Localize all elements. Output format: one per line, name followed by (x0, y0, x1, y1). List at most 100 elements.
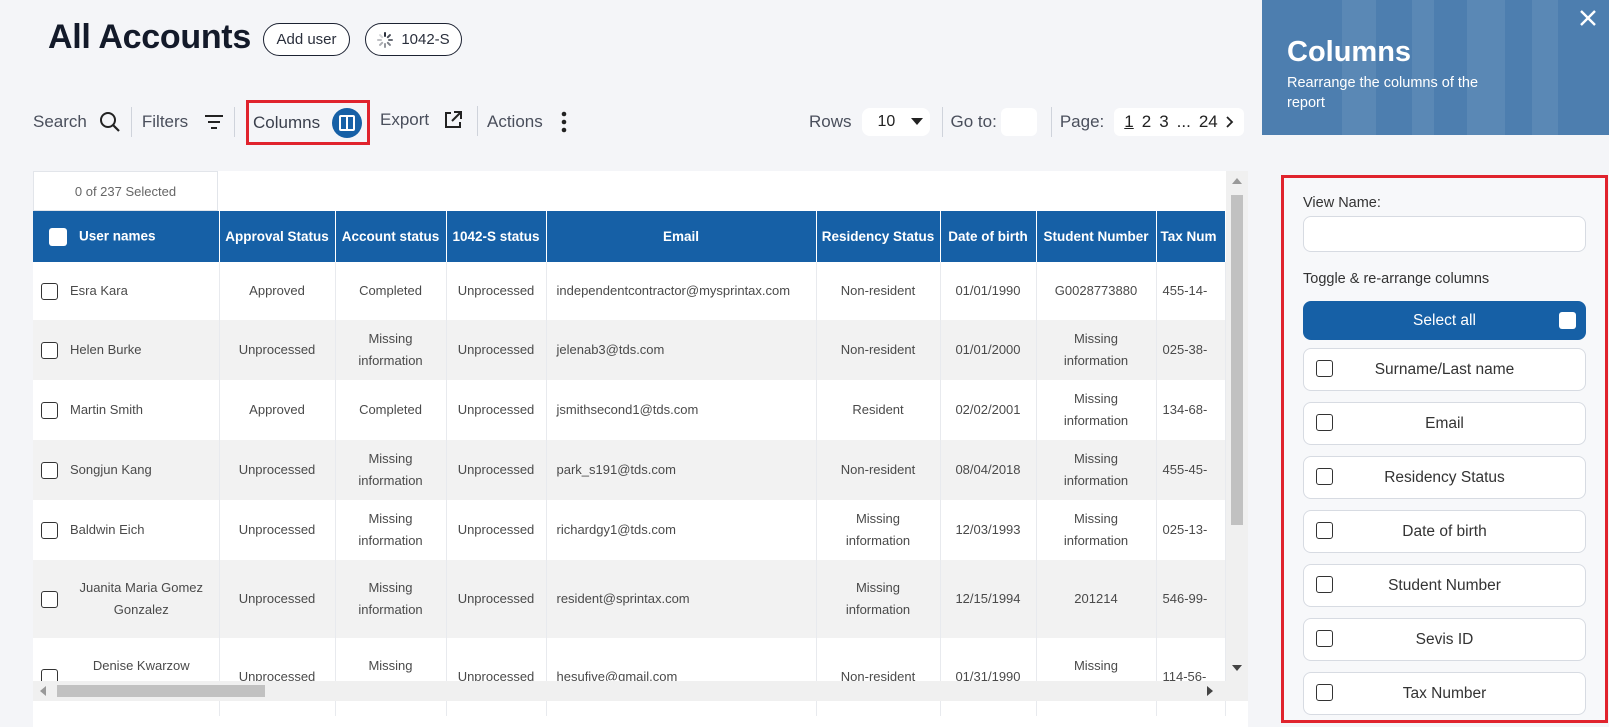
chevron-right-icon[interactable] (1226, 116, 1234, 128)
table-row[interactable]: Denise Kwarzow RoyaltiesUnprocessedMissi… (33, 638, 1226, 716)
table-cell: G0028773880 (1036, 262, 1157, 320)
table-row[interactable]: Esra Kara Approved Completed Unprocessed ind… (33, 262, 1226, 320)
table-row[interactable]: Helen Burke Unprocessed Missing informatio… (33, 320, 1226, 380)
column-header[interactable]: Email (546, 211, 817, 262)
select-all-rows-checkbox[interactable] (49, 227, 67, 246)
table-cell: Missing information (816, 500, 941, 560)
filters-label: Filters (141, 112, 189, 131)
cell-username: Esra Kara (33, 262, 220, 320)
table-cell: Non-resident (816, 320, 941, 380)
page-link[interactable]: 24 (1199, 112, 1218, 132)
column-toggle-surname[interactable]: Surname/Last name (1303, 348, 1586, 391)
page-link[interactable]: 2 (1142, 112, 1151, 132)
table-cell: Completed (335, 380, 447, 440)
table-cell: Unprocessed (219, 500, 336, 560)
column-toggle-dob[interactable]: Date of birth (1303, 510, 1586, 553)
table-cell: 08/04/2018 (940, 440, 1037, 500)
table-cell: jelenab3@tds.com (546, 320, 817, 380)
close-icon[interactable] (1576, 6, 1600, 30)
page-link[interactable]: 3 (1159, 112, 1168, 132)
column-header[interactable]: Tax Num (1156, 211, 1226, 262)
table-cell: 01/01/2000 (940, 320, 1037, 380)
column-header[interactable]: Approval Status (219, 211, 336, 262)
form-tag-button[interactable]: 1042-S (365, 23, 462, 56)
row-checkbox[interactable] (41, 341, 58, 359)
pagination: 1 2 3 ... 24 (1114, 108, 1244, 136)
column-checkbox[interactable] (1316, 684, 1333, 701)
column-checkbox[interactable] (1316, 468, 1333, 485)
toggle-columns-label: Toggle & re-arrange columns (1303, 271, 1490, 287)
column-checkbox[interactable] (1316, 414, 1333, 431)
table-cell: Unprocessed (446, 320, 547, 380)
column-toggle-residency[interactable]: Residency Status (1303, 456, 1586, 499)
table-cell: Missing information (1036, 440, 1157, 500)
table-cell: Unprocessed (446, 262, 547, 320)
table-row[interactable]: Songjun Kang Unprocessed Missing informati… (33, 440, 1226, 500)
vertical-scrollbar[interactable] (1226, 171, 1248, 681)
rows-select[interactable]: 10 (861, 108, 930, 136)
filter-icon (205, 115, 224, 129)
accounts-table: 0 of 237 Selected User names Approval St… (33, 171, 1248, 727)
column-header[interactable]: Student Number (1036, 211, 1157, 262)
select-all-button[interactable]: Select all (1303, 301, 1586, 340)
page-link[interactable]: 1 (1124, 112, 1133, 132)
divider (941, 107, 943, 137)
select-all-checkbox[interactable] (1559, 312, 1576, 329)
export-button[interactable]: Export (380, 102, 463, 138)
view-name-input[interactable] (1303, 216, 1586, 252)
username-text: Baldwin Eich (70, 522, 145, 537)
table-cell: Unprocessed (446, 638, 547, 716)
columns-button[interactable]: Columns (246, 100, 370, 145)
table-cell: Missing information (335, 638, 447, 716)
add-user-button[interactable]: Add user (263, 23, 350, 56)
row-checkbox[interactable] (41, 521, 58, 539)
goto-input[interactable] (1000, 108, 1037, 136)
table-cell: 114-56- (1156, 638, 1226, 716)
columns-settings: View Name: Toggle & re-arrange columns S… (1281, 175, 1608, 723)
column-toggle-email[interactable]: Email (1303, 402, 1586, 445)
data-table: User names Approval Status Account statu… (33, 211, 1226, 716)
table-row[interactable]: Martin Smith Approved Completed Unprocessed… (33, 380, 1226, 440)
search-button[interactable]: Search (33, 104, 121, 140)
vertical-scroll-thumb[interactable] (1231, 195, 1243, 525)
row-checkbox[interactable] (41, 461, 58, 479)
table-cell: 025-38- (1156, 320, 1226, 380)
columns-label: Columns (253, 112, 321, 132)
column-checkbox[interactable] (1316, 360, 1333, 377)
cell-username: Juanita Maria Gomez Gonzalez (33, 560, 220, 638)
column-toggle-student-number[interactable]: Student Number (1303, 564, 1586, 607)
rows-value: 10 (877, 113, 896, 130)
table-cell: Missing information (1036, 320, 1157, 380)
column-checkbox[interactable] (1316, 630, 1333, 647)
actions-button[interactable]: Actions (487, 104, 567, 140)
column-toggle-tax-number[interactable]: Tax Number (1303, 672, 1586, 715)
table-cell: Non-resident (816, 440, 941, 500)
column-header[interactable]: 1042-S status (446, 211, 547, 262)
divider (1050, 107, 1052, 137)
toolbar: Search Filters (33, 104, 245, 140)
column-header[interactable]: Account status (335, 211, 447, 262)
rows-control: Rows 10 Go to: Page: 1 2 3 ... 24 (809, 104, 1244, 140)
search-icon (99, 112, 120, 132)
column-checkbox[interactable] (1316, 522, 1333, 539)
table-row[interactable]: Juanita Maria Gomez Gonzalez Unprocessed M… (33, 560, 1226, 638)
row-checkbox[interactable] (41, 282, 58, 300)
row-checkbox[interactable] (41, 590, 58, 608)
table-row[interactable]: Baldwin Eich Unprocessed Missing informati… (33, 500, 1226, 560)
filters-button[interactable]: Filters (142, 104, 224, 140)
column-header[interactable]: Date of birth (940, 211, 1037, 262)
cell-username: Baldwin Eich (33, 500, 220, 560)
table-cell: Non-resident (816, 262, 941, 320)
horizontal-scroll-thumb[interactable] (57, 685, 265, 697)
column-header-usernames[interactable]: User names (33, 211, 220, 262)
column-header[interactable]: Residency Status (816, 211, 941, 262)
column-checkbox[interactable] (1316, 576, 1333, 593)
horizontal-scrollbar[interactable] (33, 681, 1248, 701)
cell-username: Helen Burke (33, 320, 220, 380)
table-cell: Missing information (816, 560, 941, 638)
row-checkbox[interactable] (41, 401, 58, 419)
cell-username: Songjun Kang (33, 440, 220, 500)
username-text: Esra Kara (70, 283, 128, 298)
main-content: All Accounts Add user 1042-S Search Filt… (0, 0, 1262, 727)
column-toggle-sevis-id[interactable]: Sevis ID (1303, 618, 1586, 661)
